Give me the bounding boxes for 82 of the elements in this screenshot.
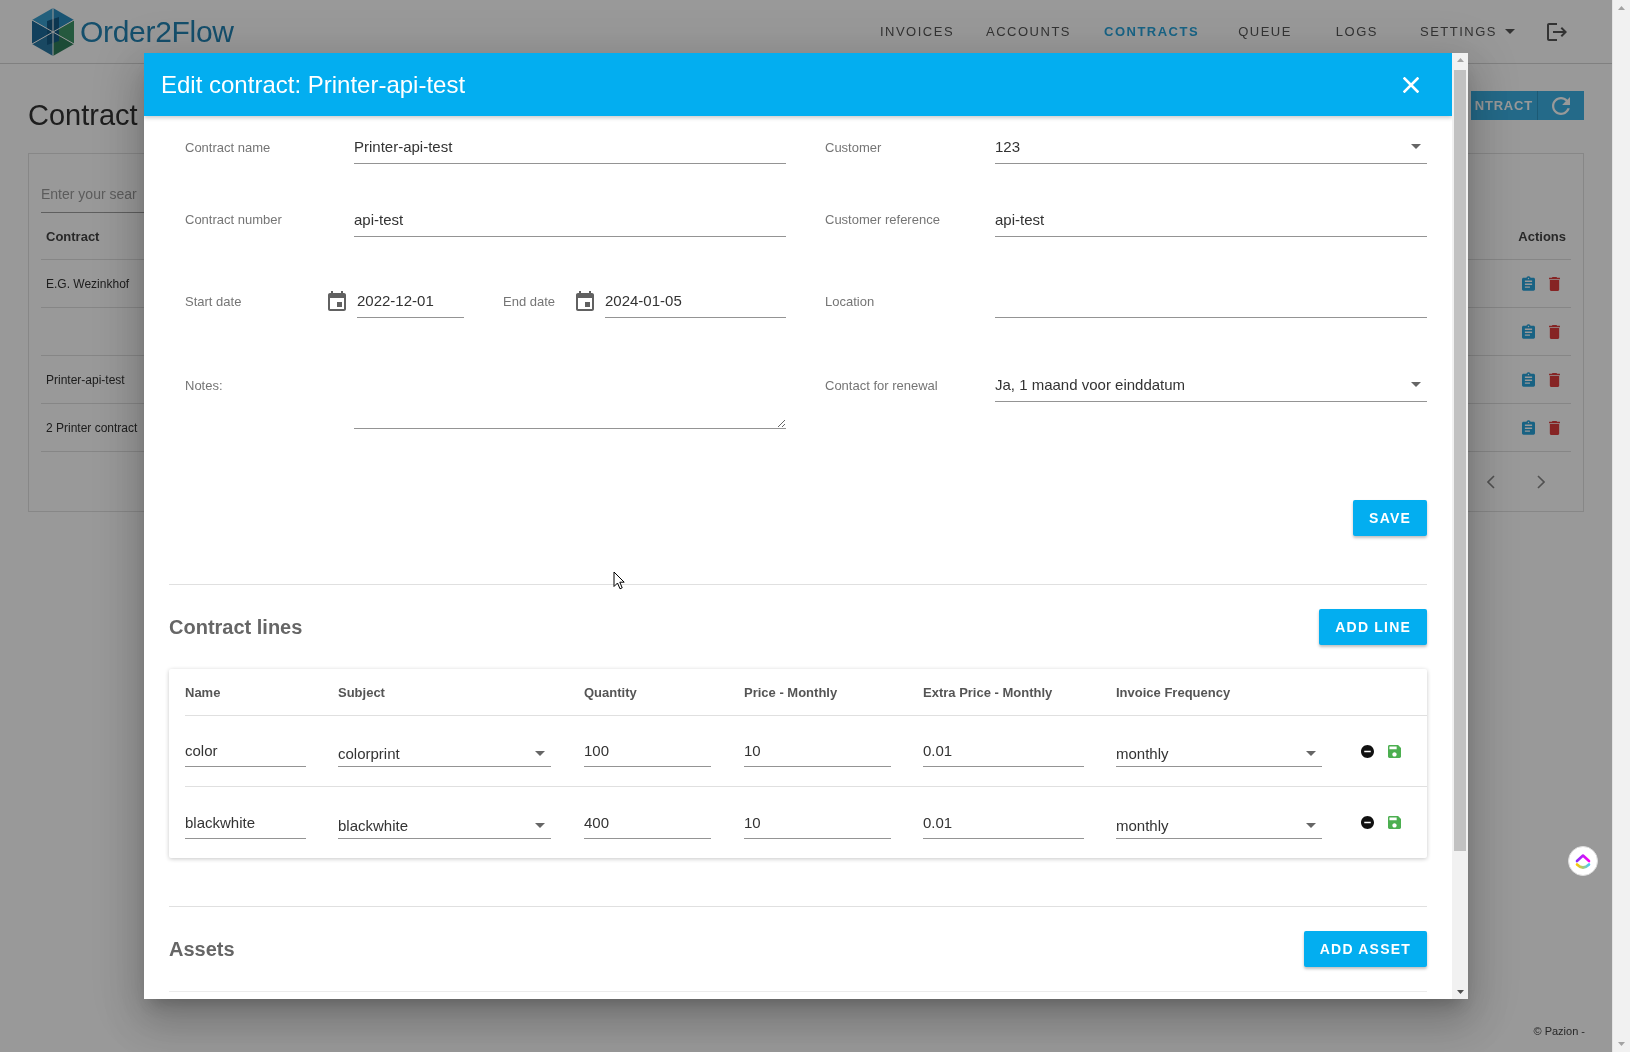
table-cell: E.G. Wezinkhof [46,276,130,291]
caret-icon [1505,29,1515,34]
clipboard-icon[interactable] [1522,372,1535,387]
page-title: Contract [28,98,138,133]
nav-link[interactable]: LOGS [1313,24,1400,39]
trash-icon[interactable] [1549,372,1560,387]
nav-link[interactable]: QUEUE [1216,24,1314,39]
refresh-button[interactable] [1537,91,1584,120]
close-icon[interactable] [1403,76,1419,93]
caret-icon [1411,144,1421,149]
input-field[interactable]: color [185,735,306,767]
nav-link[interactable]: ACCOUNTS [970,24,1087,39]
caret-icon [535,822,545,828]
caret-icon [1306,822,1316,828]
clipboard-icon[interactable] [1522,276,1535,291]
dialog-title: Edit contract: Printer-api-test [161,70,466,99]
trash-icon[interactable] [1549,324,1560,339]
field-label: Notes: [185,377,223,393]
field-label: Contact for renewal [825,377,938,393]
scrollbar-thumb[interactable] [1454,70,1466,851]
chevron-left-icon[interactable] [1487,474,1495,489]
caret-icon [1306,751,1316,756]
dropdown-field[interactable]: monthly [1116,806,1322,839]
field-label: Start date [185,293,243,309]
dropdown-field[interactable]: blackwhite [338,806,551,839]
brand-name: Order2Flow [80,14,234,49]
chevron-disc-icon[interactable] [1568,846,1598,876]
calendar-icon[interactable] [328,291,346,311]
dropdown-field[interactable]: Ja, 1 maand voor einddatum [995,368,1427,402]
input-field[interactable]: 100 [584,735,711,767]
column-header: Extra Price - Monthly [923,684,1053,700]
hexagon-logo-icon [30,6,76,57]
field-label: Contract name [185,139,271,155]
chevron-right-icon[interactable] [1537,474,1545,489]
table-cell: 2 Printer contract [46,420,138,435]
scroll-down-icon[interactable] [1456,990,1464,994]
date-field[interactable]: 2022-12-01 [357,284,464,318]
trash-icon[interactable] [1549,420,1560,435]
column-header: Price - Monthly [744,684,838,700]
nav-link[interactable]: INVOICES [863,24,971,39]
column-header: Name [185,684,221,700]
dialog-scrollbar[interactable] [1452,53,1468,999]
input-field[interactable]: Printer-api-test [354,130,786,164]
dropdown-field[interactable]: monthly [1116,735,1322,767]
input-field[interactable]: 400 [584,806,711,839]
input-field[interactable]: blackwhite [185,806,306,839]
logout-icon[interactable] [1547,22,1567,41]
page-scrollbar[interactable] [1612,0,1630,1052]
scroll-up-icon[interactable] [1618,6,1625,10]
section-title: Assets [169,937,235,961]
column-header: Subject [338,684,385,700]
field-label: Customer reference [825,212,940,227]
date-field[interactable]: 2024-01-05 [605,284,786,318]
nav-link[interactable]: SETTINGS [1400,24,1535,39]
caret-icon [1411,382,1421,387]
input-field[interactable]: api-test [995,202,1427,237]
input-field[interactable]: api-test [354,202,786,237]
scroll-up-icon[interactable] [1456,58,1464,62]
footer-text: © Pazion - [1533,1025,1585,1037]
table-cell: Printer-api-test [46,372,125,387]
field-label: End date [503,293,557,309]
clipboard-icon[interactable] [1522,420,1535,435]
column-header: Contract [46,228,100,244]
refresh-icon [1552,96,1570,115]
field-label: Contract number [185,212,282,227]
field-label: Location [825,293,875,309]
input-field[interactable]: 0.01 [923,735,1084,767]
input-field[interactable]: 0.01 [923,806,1084,839]
clipboard-icon[interactable] [1522,324,1535,339]
field-label: Customer [825,139,882,155]
caret-icon [535,751,545,756]
mouse-pointer-icon [613,571,625,590]
input-field[interactable]: 10 [744,806,891,839]
dropdown-field[interactable]: 123 [995,130,1427,164]
trash-icon[interactable] [1549,276,1560,291]
column-header: Quantity [584,684,637,700]
section-title: Contract lines [169,615,303,639]
column-header: Invoice Frequency [1116,684,1231,700]
dropdown-field[interactable]: colorprint [338,735,551,767]
input-field[interactable]: 10 [744,735,891,767]
column-header: Actions [1518,228,1566,244]
calendar-icon[interactable] [576,291,594,311]
